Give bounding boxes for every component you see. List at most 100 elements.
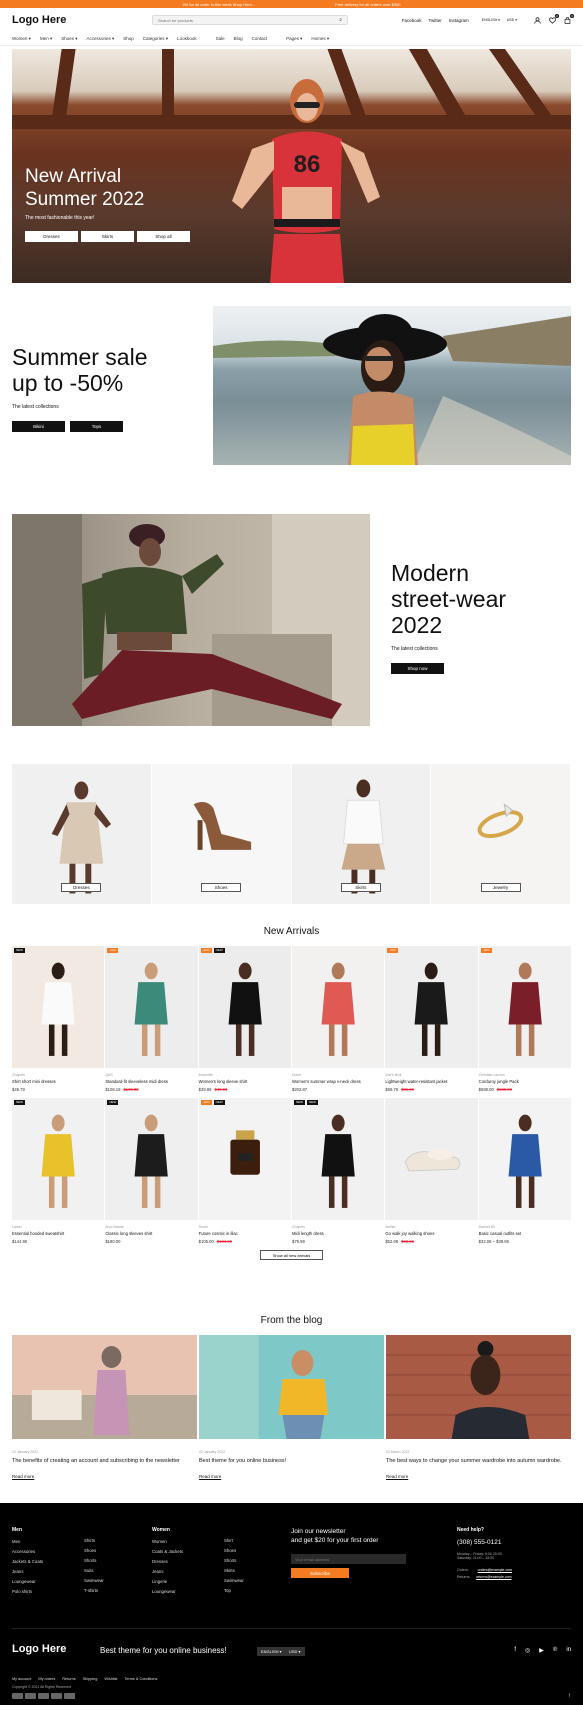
twitter-link[interactable]: Twitter (428, 18, 441, 23)
read-more-link[interactable]: Read more (199, 1474, 221, 1479)
read-more-link[interactable]: Read more (12, 1474, 34, 1479)
subscribe-button[interactable]: Subscribe (291, 1568, 349, 1578)
product-image[interactable]: -20% (385, 946, 478, 1068)
product-card[interactable]: NEW Arco Nature Classic long sleeves shi… (105, 1098, 198, 1244)
footer-link[interactable]: Shorts (224, 1558, 244, 1563)
linkedin-icon[interactable]: in (566, 1647, 571, 1654)
nav-shoes[interactable]: Shoes ▾ (61, 36, 77, 42)
blog-post-title[interactable]: Best theme for you online business! (199, 1458, 384, 1465)
product-name[interactable]: Go walk joy walking shoes (385, 1231, 477, 1236)
blog-post[interactable]: 12 January 2022 The benefits of creating… (12, 1335, 197, 1483)
footer-logo[interactable]: Logo Here (12, 1643, 66, 1655)
instagram-link[interactable]: Instagram (449, 18, 469, 23)
product-card[interactable]: -20% NEW Shubi Future cosmic in lilac $10… (198, 1098, 291, 1244)
footer-link[interactable]: Shoes (84, 1548, 104, 1553)
product-image[interactable] (478, 1098, 571, 1220)
product-name[interactable]: Corduroy jungle Pack (479, 1079, 571, 1084)
footer-link-returns[interactable]: Returns (62, 1677, 75, 1681)
nav-lookbook[interactable]: Lookbook (177, 36, 197, 41)
footer-link[interactable]: Men (12, 1539, 43, 1544)
product-brand[interactable]: Chapels (292, 1225, 384, 1229)
product-brand[interactable]: Zoe's Nick (385, 1073, 477, 1077)
product-image[interactable]: -20% NEW (198, 946, 291, 1068)
footer-link[interactable]: Polo shirts (12, 1589, 43, 1594)
category-label-dresses[interactable]: Dresses (61, 883, 102, 892)
footer-link[interactable]: Coats & Jackets (152, 1549, 183, 1554)
product-card[interactable]: Darkier 85 Basic casual outfits set $32.… (478, 1098, 571, 1244)
nav-contact[interactable]: Contact (252, 36, 268, 41)
footer-link[interactable]: Suits (84, 1568, 104, 1573)
footer-link[interactable]: Swimwear (84, 1578, 104, 1583)
user-icon[interactable] (534, 16, 541, 24)
product-brand[interactable]: Q&S (105, 1073, 197, 1077)
footer-link[interactable]: Loungewear (152, 1589, 183, 1594)
product-name[interactable]: Women's long sleeve shirt (199, 1079, 291, 1084)
product-card[interactable]: NEW Chapels Shirt short mini dresses $49… (12, 946, 105, 1092)
product-image[interactable]: NEW (12, 946, 105, 1068)
footer-link-my-orders[interactable]: My orders (38, 1677, 55, 1681)
footer-link[interactable]: Women (152, 1539, 183, 1544)
product-card[interactable]: -20% Zoe's Nick Lightweight water-resist… (385, 946, 478, 1092)
product-name[interactable]: Women's summer wrap v-neck dress (292, 1079, 384, 1084)
help-phone[interactable]: (308) 555-0121 (457, 1539, 512, 1546)
product-image[interactable]: NEW (12, 1098, 105, 1220)
cart-bag-icon[interactable]: 0 (564, 13, 574, 24)
footer-link-my-account[interactable]: My account (12, 1677, 31, 1681)
nav-blog[interactable]: Blog (234, 36, 243, 41)
footer-link[interactable]: Swimwear (224, 1578, 244, 1583)
nav-accessories[interactable]: Accessories ▾ (86, 36, 114, 42)
language-select[interactable]: ENGLISH ▾ (482, 18, 500, 22)
footer-link[interactable]: Loungewear (12, 1579, 43, 1584)
category-shoes[interactable]: Shoes (151, 764, 292, 904)
product-image[interactable]: -20% (105, 946, 198, 1068)
category-label-jewelry[interactable]: Jewelry (480, 883, 521, 892)
skirts-button[interactable]: Skirts (81, 231, 134, 242)
product-name[interactable]: Essential hooded sweatshirt (12, 1231, 104, 1236)
category-skirts[interactable]: Skirts (291, 764, 432, 904)
footer-link[interactable]: Top (224, 1588, 244, 1593)
product-brand[interactable]: Aether (385, 1225, 477, 1229)
product-card[interactable]: -20% Q&S Standard-fit sleeveless midi dr… (105, 946, 198, 1092)
product-name[interactable]: Future cosmic in lilac (199, 1231, 291, 1236)
product-brand[interactable]: Chapels (12, 1073, 104, 1077)
blog-post[interactable]: 02 March 2022 The best ways to change yo… (386, 1335, 571, 1483)
product-name[interactable]: Classic long sleeves shirt (105, 1231, 197, 1236)
nav-men[interactable]: Men ▾ (40, 36, 52, 42)
search-bar[interactable]: ⌕ (152, 15, 348, 25)
product-card[interactable]: -20% Christian Lacroix Corduroy jungle P… (478, 946, 571, 1092)
orders-email-link[interactable]: orders@example.com (478, 1568, 512, 1572)
dresses-button[interactable]: Dresses (25, 231, 78, 242)
product-image[interactable]: -20% NEW (198, 1098, 291, 1220)
currency-select[interactable]: USD ▾ (507, 18, 517, 22)
show-all-arrivals-button[interactable]: Show all new arrivals (260, 1250, 323, 1260)
nav-homes[interactable]: Homes ▾ (311, 36, 329, 42)
product-name[interactable]: Shirt short mini dresses (12, 1079, 104, 1084)
facebook-link[interactable]: Facebook (402, 18, 422, 23)
footer-link-terms[interactable]: Terms & Conditions (124, 1677, 157, 1681)
nav-women[interactable]: Women ▾ (12, 36, 31, 42)
blog-post-title[interactable]: The best ways to change your summer ward… (386, 1458, 571, 1465)
nav-categories[interactable]: Categories ▾ (143, 36, 168, 42)
product-card[interactable]: NEW Lamel Essential hooded sweatshirt $1… (12, 1098, 105, 1244)
site-logo[interactable]: Logo Here (12, 14, 152, 26)
footer-link[interactable]: Shirt (224, 1538, 244, 1543)
search-icon[interactable]: ⌕ (339, 17, 342, 23)
footer-link[interactable]: Jeans (12, 1569, 43, 1574)
product-card[interactable]: Dotch Women's summer wrap v-neck dress $… (292, 946, 385, 1092)
footer-link[interactable]: Dresses (152, 1559, 183, 1564)
nav-shop[interactable]: Shop (123, 36, 134, 41)
product-brand[interactable]: Arco Nature (105, 1225, 197, 1229)
product-brand[interactable]: Mochette (199, 1073, 291, 1077)
product-image[interactable] (385, 1098, 478, 1220)
product-image[interactable]: NEW NEW (292, 1098, 385, 1220)
product-name[interactable]: Lightweight water-resistant jacket (385, 1079, 477, 1084)
youtube-icon[interactable]: ▶ (539, 1647, 544, 1654)
product-name[interactable]: Midi length dress (292, 1231, 384, 1236)
search-input[interactable] (158, 17, 308, 23)
footer-link[interactable]: Shoes (224, 1548, 244, 1553)
footer-currency-select[interactable]: USD ▾ (285, 1647, 305, 1656)
wishlist-heart-icon[interactable]: 0 (549, 13, 559, 24)
back-to-top-icon[interactable]: ↑ (568, 1693, 571, 1699)
product-brand[interactable]: Darkier 85 (479, 1225, 571, 1229)
footer-link[interactable]: Jeans (152, 1569, 183, 1574)
